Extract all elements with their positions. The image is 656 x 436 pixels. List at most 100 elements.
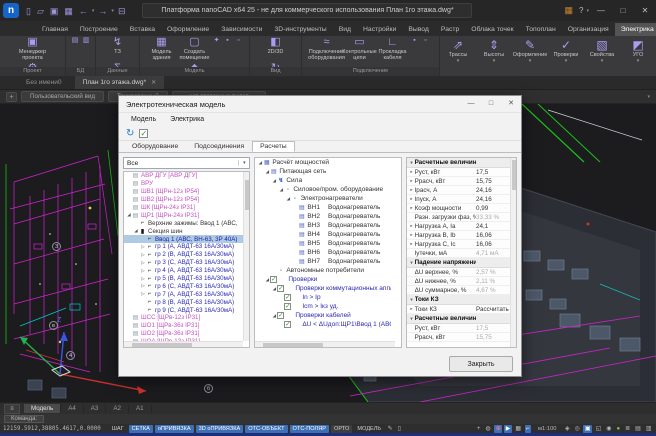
equipment-tree-item[interactable]: ◢▮Секция шин xyxy=(124,227,249,235)
equipment-tree-item[interactable]: ▤ШВ1 [ЩРн-12з IP54] xyxy=(124,188,249,196)
ribbon-tab[interactable]: Растр xyxy=(435,23,465,36)
add-view-button[interactable]: + xyxy=(6,92,17,102)
ribbon-tool-button[interactable]: ✎Оформление▾ xyxy=(512,36,548,76)
dialog-tab[interactable]: Оборудование xyxy=(124,141,186,152)
equipment-tree-item[interactable]: ▷⌐гр 3 (С, АВДТ-63 16А/30мА) xyxy=(124,259,249,267)
calculation-tree-item[interactable]: ◢✓Проверки коммутационных аппаратов xyxy=(255,284,400,293)
equipment-tree-item[interactable]: ▤ШО1 [ЩРв-36з IP31] xyxy=(124,322,249,330)
property-row[interactable]: ▾Расчетные величины xyxy=(407,158,516,168)
status-toggle[interactable]: СЕТКА xyxy=(129,425,153,433)
ribbon-button[interactable]: ▢Создать помещение xyxy=(178,36,211,62)
checkbox[interactable]: ✓ xyxy=(277,312,284,319)
layout-menu-icon[interactable]: ≡ xyxy=(4,404,20,414)
calculation-tree-item[interactable]: ▤ВН6Водонагреватель xyxy=(255,248,400,257)
ribbon-button[interactable]: ▪ xyxy=(222,36,233,46)
chevron-down-icon[interactable]: ▾ xyxy=(565,59,568,64)
document-tab[interactable]: План 1го этажа.dwg*✕ xyxy=(75,76,165,89)
equipment-tree-item[interactable]: ⌐Верхние зажимы: Ввод 1 (АВС, xyxy=(124,219,249,227)
pin-icon[interactable]: + xyxy=(475,425,482,433)
calculation-tree-item[interactable]: ◢✓Проверки кабелей xyxy=(255,311,400,320)
grid-display-icon[interactable]: ▦ xyxy=(514,425,523,433)
dialog-minimize-button[interactable]: — xyxy=(461,96,481,112)
ribbon-tab[interactable]: Построение xyxy=(74,23,124,36)
command-prompt[interactable]: Команда: xyxy=(4,415,44,423)
vertical-scrollbar[interactable] xyxy=(510,158,516,347)
title-bar[interactable]: n ▯ ▱ ▣ ▦ ← ▾ → ▾ ⊟ Платформа nanoCAD x6… xyxy=(0,0,656,21)
property-row[interactable]: ΔU суммарное, %4,67 % xyxy=(407,286,516,295)
property-row[interactable]: Iутечки, мА4,71 мА xyxy=(407,249,516,258)
chevron-down-icon[interactable]: ▾ xyxy=(457,59,460,64)
checkbox[interactable]: ✓ xyxy=(270,276,277,283)
layers-icon[interactable]: ≣ xyxy=(624,425,632,433)
vertical-scrollbar[interactable] xyxy=(243,172,249,341)
ribbon-tab[interactable]: Вставка xyxy=(124,23,161,36)
calculation-tree-item[interactable]: ◢▪Силовое/пром. оборудование xyxy=(255,185,400,194)
calculation-tree-item[interactable]: ✓Icm > Iкз уд. xyxy=(255,302,400,311)
zoom-window-icon[interactable]: ◱ xyxy=(594,425,603,433)
ribbon-tool-button[interactable]: ⇕Высоты▾ xyxy=(476,36,512,76)
annotation-scale[interactable]: м1:100 xyxy=(533,426,562,432)
calculation-tree-item[interactable]: ◢▪Электронагреватели xyxy=(255,194,400,203)
fullscreen-icon[interactable]: ▣ xyxy=(583,425,592,433)
calculation-tree-item[interactable]: ▤ВН3Водонагреватель xyxy=(255,221,400,230)
menu-item[interactable]: Электрика xyxy=(164,115,210,124)
equipment-tree-item[interactable]: ⌐гр 9 (С, АВДТ-63 16А/30мА) xyxy=(124,306,249,314)
property-row[interactable]: Разн. загрузки фаз, %33,33 % xyxy=(407,213,516,222)
help-icon[interactable]: ? xyxy=(577,6,585,15)
ribbon-button[interactable]: ↯ТЗ xyxy=(101,36,134,62)
property-row[interactable]: ΔU верхнее, %2,57 % xyxy=(407,268,516,277)
ribbon-button[interactable]: ✦ xyxy=(211,36,222,46)
calculation-tree-item[interactable]: ✓ΔU < ΔUдоп:ЩР1\Ввод 1 (АВС, ВН-63, xyxy=(255,320,400,329)
status-toggle[interactable]: МОДЕЛЬ xyxy=(354,425,384,433)
property-row[interactable]: Руст, кВт17,5 xyxy=(407,324,516,333)
ribbon-tool-button[interactable]: ⇗Трассы▾ xyxy=(440,36,476,76)
property-row[interactable]: ▸Нагрузка С, Iс16,06 xyxy=(407,240,516,249)
equipment-tree-item[interactable]: ▤АВР ДГУ [АВР ДГУ] xyxy=(124,172,249,180)
ribbon-button[interactable]: ▣Менеджер проекта xyxy=(16,36,49,62)
equipment-tree-item[interactable]: ▤ВРУ xyxy=(124,180,249,188)
chevron-down-icon[interactable]: ▾ xyxy=(529,59,532,64)
ribbon-tool-button[interactable]: ✓Проверки▾ xyxy=(548,36,584,76)
monitor-icon[interactable]: ▥ xyxy=(644,425,653,433)
undo-icon[interactable]: ← xyxy=(76,2,91,20)
ribbon-tab[interactable]: 3D-инструменты xyxy=(268,23,332,36)
maximize-button[interactable]: □ xyxy=(612,1,634,21)
ribbon-tab[interactable]: Облака точек xyxy=(465,23,519,36)
equipment-tree-item[interactable]: ▷⌐гр 4 (А, АВДТ-63 16А/30мА) xyxy=(124,267,249,275)
ribbon-button[interactable]: ▪ xyxy=(409,36,420,46)
close-button[interactable]: ✕ xyxy=(634,1,656,21)
refresh-icon[interactable]: ↻ xyxy=(126,128,134,139)
minimize-button[interactable]: — xyxy=(590,1,612,21)
chevron-down-icon[interactable]: ▾ xyxy=(493,59,496,64)
snap-marker-toggle-icon[interactable]: ⊕ xyxy=(494,425,502,433)
status-toggle[interactable]: 3D оПРИВЯЗКА xyxy=(196,425,244,433)
equipment-tree-item[interactable]: ▷⌐гр 6 (С, АВДТ-63 16А/30мА) xyxy=(124,282,249,290)
calculation-tree-item[interactable]: ◢▦Расчёт мощностей xyxy=(255,158,400,167)
property-row[interactable]: ▸Ррасч, кВт15,75 xyxy=(407,177,516,186)
status-toggle[interactable]: ОТС-ПОЛЯР xyxy=(290,425,329,433)
property-row[interactable]: ▾Токи КЗ xyxy=(407,295,516,305)
nanocad-logo-icon[interactable]: n xyxy=(3,3,19,18)
checkbox[interactable]: ✓ xyxy=(277,285,284,292)
property-row[interactable]: ▸Токи КЗРассчитать xyxy=(407,305,516,314)
status-toggle[interactable]: оПРИВЯЗКА xyxy=(155,425,194,433)
ribbon-tab[interactable]: Электрика xyxy=(615,23,656,36)
ribbon-tab[interactable]: Настройки xyxy=(357,23,402,36)
ribbon-tab[interactable]: Зависимости xyxy=(215,23,268,36)
ribbon-tool-button[interactable]: ▧Свойства▾ xyxy=(584,36,620,76)
close-tab-icon[interactable]: ✕ xyxy=(151,79,156,86)
ribbon-tool-button[interactable]: ◩УГО▾ xyxy=(620,36,656,76)
status-toggle[interactable]: ШАГ xyxy=(109,425,127,433)
zoom-icon[interactable]: ◎ xyxy=(573,425,581,433)
property-row[interactable]: Ррасч, кВт15,75 xyxy=(407,333,516,342)
ribbon-tab[interactable]: Организация xyxy=(562,23,615,36)
equipment-tree-item[interactable]: ▤ШО2 [ЩРв-36з IP31] xyxy=(124,330,249,338)
ribbon-button[interactable]: ▭Контрольные цепи xyxy=(343,36,376,62)
check-settings-icon[interactable]: ✓ xyxy=(139,129,148,138)
view-control-button[interactable]: Пользовательский вид xyxy=(21,91,104,102)
calculation-tree-item[interactable]: ▤ВН7Водонагреватель xyxy=(255,257,400,266)
calculation-tree-item[interactable]: ◢↯Сила xyxy=(255,176,400,185)
status-toggle[interactable]: ОРТО xyxy=(331,425,352,433)
new-file-icon[interactable]: ▯ xyxy=(23,2,34,20)
ribbon-button[interactable]: ▫ xyxy=(233,36,244,46)
